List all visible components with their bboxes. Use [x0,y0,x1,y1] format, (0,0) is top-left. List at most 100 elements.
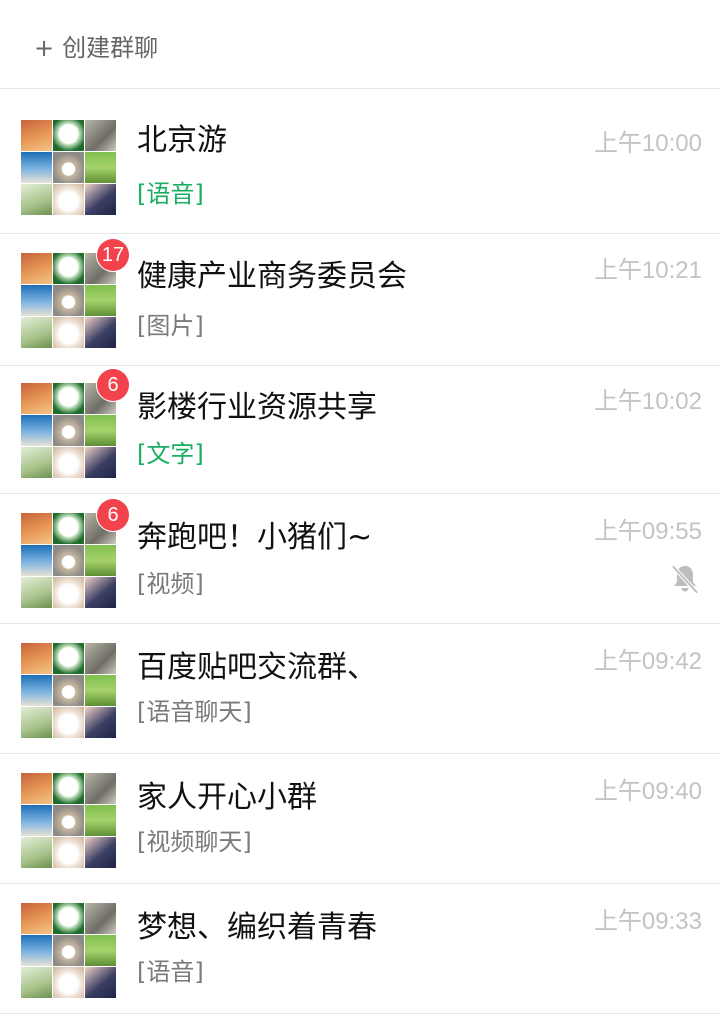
chat-row[interactable]: 北京游 [语音] 上午10:00 [0,104,720,234]
chat-name: 北京游 [137,123,227,158]
avatar-tile [21,415,52,446]
avatar-tile [21,935,52,966]
avatar-tile [53,184,84,215]
avatar-tile [21,120,52,151]
avatar-tile [53,577,84,608]
chat-time: 上午10:00 [593,130,702,157]
unread-badge: 17 [97,239,129,271]
plus-icon: + [34,34,55,62]
avatar-tile [85,903,116,934]
avatar-tile [53,773,84,804]
avatar-tile [85,184,116,215]
avatar-tile [21,513,52,544]
avatar-tile [21,773,52,804]
chat-time: 上午09:40 [593,778,702,805]
avatar-tile [53,513,84,544]
chat-row[interactable]: 百度贴吧交流群、 [语音聊天] 上午09:42 [0,624,720,754]
avatar-tile [21,643,52,674]
chat-time: 上午09:42 [593,648,702,675]
avatar-tile [21,967,52,998]
avatar-tile [21,545,52,576]
group-chat-list: 北京游 [语音] 上午10:00 17 健康产业商务委员会 [图片] 上午10:… [0,104,720,1014]
avatar-tile [85,967,116,998]
avatar-tile [53,903,84,934]
chat-row[interactable]: 家人开心小群 [视频聊天] 上午09:40 [0,754,720,884]
avatar-tile [21,577,52,608]
avatar-tile [85,935,116,966]
create-group-bar: + 创建群聊 [0,0,720,89]
avatar-tile [21,383,52,414]
avatar-tile [21,447,52,478]
chat-time: 上午09:55 [593,518,702,545]
chat-last-message: [视频] [137,570,204,598]
chat-name: 家人开心小群 [137,780,317,815]
chat-last-message: [视频聊天] [137,828,252,856]
avatar-tile [85,415,116,446]
avatar-tile [85,317,116,348]
avatar-tile [53,675,84,706]
chat-row[interactable]: 17 健康产业商务委员会 [图片] 上午10:21 [0,234,720,366]
chat-row[interactable]: 6 奔跑吧！小猪们~ [视频] 上午09:55 [0,494,720,624]
avatar-tile [53,253,84,284]
chat-name: 百度贴吧交流群、 [137,650,377,685]
avatar-tile [53,643,84,674]
avatar-tile [53,707,84,738]
chat-last-message: [语音] [137,958,204,986]
avatar-tile [85,707,116,738]
chat-last-message: [图片] [137,312,204,340]
create-group-label: 创建群聊 [62,34,159,62]
avatar-tile [85,805,116,836]
avatar-tile [21,707,52,738]
avatar-tile [53,285,84,316]
chat-name: 奔跑吧！小猪们~ [137,520,373,555]
avatar-tile [85,675,116,706]
create-group-button[interactable]: + 创建群聊 [34,30,158,66]
avatar-tile [53,837,84,868]
avatar-tile [53,805,84,836]
avatar-tile [21,903,52,934]
avatar-tile [85,152,116,183]
group-avatar [21,120,116,215]
avatar-tile [53,317,84,348]
avatar-tile [85,285,116,316]
avatar-tile [21,805,52,836]
avatar-tile [85,577,116,608]
chat-time: 上午10:02 [593,388,702,415]
group-avatar [21,773,116,868]
avatar-tile [85,120,116,151]
group-avatar [21,903,116,998]
avatar-tile [53,120,84,151]
avatar-tile [21,317,52,348]
avatar-tile [53,935,84,966]
chat-name: 健康产业商务委员会 [137,259,407,294]
unread-badge: 6 [97,369,129,401]
avatar-tile [85,643,116,674]
avatar-tile [53,383,84,414]
avatar-tile [21,152,52,183]
avatar-tile [85,837,116,868]
chat-time: 上午09:33 [593,908,702,935]
avatar-tile [53,447,84,478]
avatar-tile [53,152,84,183]
chat-time: 上午10:21 [593,257,702,284]
avatar-tile [53,545,84,576]
chat-row[interactable]: 6 影楼行业资源共享 [文字] 上午10:02 [0,366,720,494]
avatar-tile [85,545,116,576]
chat-last-message: [文字] [137,440,204,468]
chat-name: 影楼行业资源共享 [137,390,377,425]
avatar-tile [21,675,52,706]
avatar-tile [21,837,52,868]
chat-last-message: [语音] [137,180,204,208]
chat-row[interactable]: 梦想、编织着青春 [语音] 上午09:33 [0,884,720,1014]
avatar-tile [53,967,84,998]
avatar-tile [85,447,116,478]
chat-last-message: [语音聊天] [137,698,252,726]
avatar-tile [21,285,52,316]
avatar-tile [21,253,52,284]
chat-name: 梦想、编织着青春 [137,910,377,945]
avatar-tile [53,415,84,446]
group-avatar [21,643,116,738]
avatar-tile [21,184,52,215]
avatar-tile [85,773,116,804]
bell-slash-icon [671,565,699,594]
